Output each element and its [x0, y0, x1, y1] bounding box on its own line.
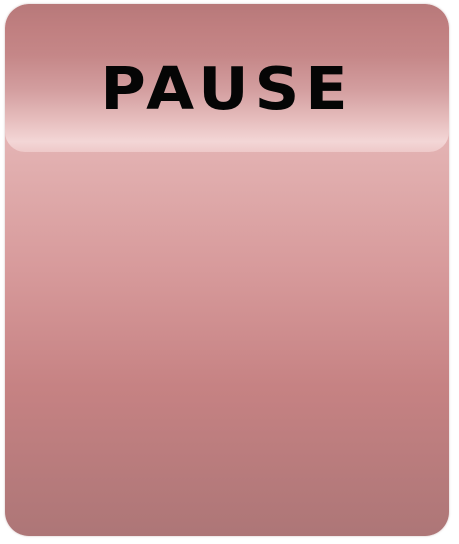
pause-title: PAUSE	[100, 53, 354, 124]
pause-header: PAUSE	[5, 4, 449, 152]
pause-panel: PAUSE	[5, 4, 449, 536]
